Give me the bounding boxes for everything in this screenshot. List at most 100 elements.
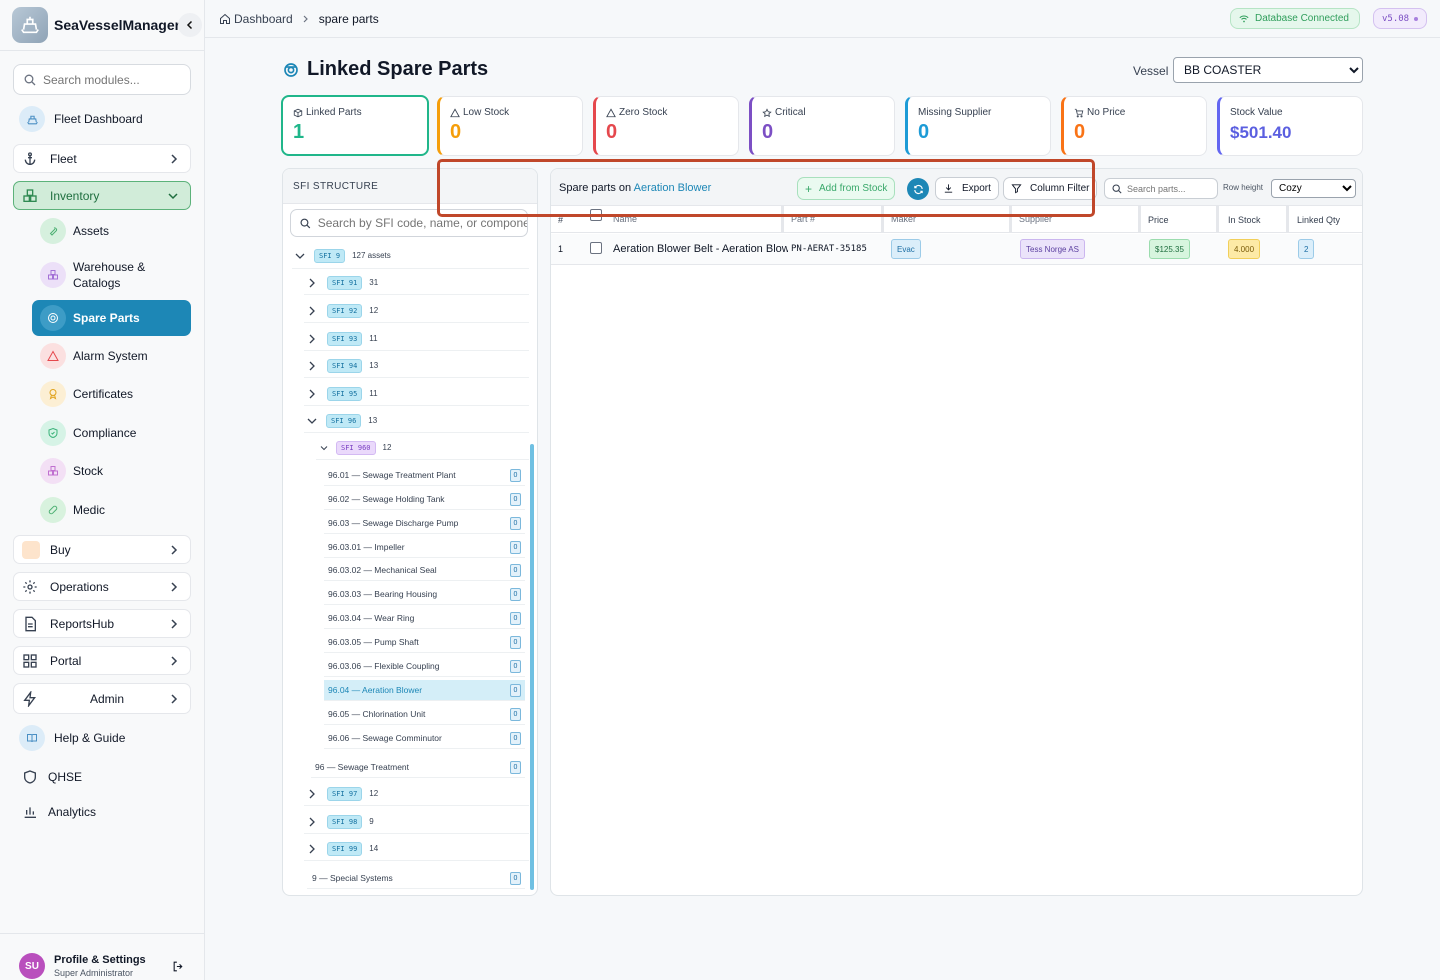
sidebar-item-compliance[interactable]: Compliance [40,420,191,446]
parts-search[interactable] [1104,178,1218,199]
sidebar-item-analytics[interactable]: Analytics [22,802,191,822]
tree-leaf-96-06[interactable]: 96.06 — Sewage Comminutor 0 [324,728,525,749]
tree-leaf-96-03-02[interactable]: 96.03.02 — Mechanical Seal 0 [324,560,525,581]
sidebar-item-spare-parts[interactable]: Spare Parts [32,300,191,336]
tree-leaf-96-01[interactable]: 96.01 — Sewage Treatment Plant 0 [324,465,525,486]
sidebar-item-label: Alarm System [73,349,148,363]
chevron-right-icon [171,544,178,555]
tree-node-sfi-97[interactable]: SFI 97 12 [304,782,529,806]
profile-section[interactable]: SU Profile & Settings Super Administrato… [0,933,205,980]
stat-card-missing-supplier[interactable]: Missing Supplier 0 [905,96,1051,156]
tree-leaf-96-02[interactable]: 96.02 — Sewage Holding Tank 0 [324,489,525,510]
sfi-tag: SFI 97 [327,786,363,801]
row-height-select[interactable]: Cozy [1271,179,1356,198]
tree-node-sfi-99[interactable]: SFI 99 14 [304,837,529,861]
tree-leaf-9[interactable]: 9 — Special Systems 0 [307,868,525,889]
sfi-count: 9 [369,817,374,826]
sidebar-item-label: Operations [50,579,109,594]
logout-icon[interactable] [172,960,185,973]
tree-leaf-96-03[interactable]: 96.03 — Sewage Discharge Pump 0 [324,513,525,534]
tree-node-sfi-98[interactable]: SFI 98 9 [304,810,529,834]
stat-card-zero-stock[interactable]: Zero Stock 0 [593,96,739,156]
table-row[interactable]: 1 Aeration Blower Belt - Aeration Blower… [551,234,1362,265]
sidebar-item-buy[interactable]: Buy [13,535,191,564]
tree-node-sfi-960[interactable]: SFI 960 12 [316,436,529,460]
sidebar-item-certificates[interactable]: Certificates [40,381,191,407]
column-resizer[interactable] [1216,206,1219,233]
sidebar-item-stock[interactable]: Stock [40,458,191,484]
tree-node-sfi-95[interactable]: SFI 95 11 [304,382,529,406]
tree-node-sfi-92[interactable]: SFI 92 12 [304,299,529,323]
sidebar-item-assets[interactable]: Assets [40,218,191,244]
tree-scrollbar[interactable] [530,444,534,890]
sidebar-item-medic[interactable]: Medic [40,497,191,523]
search-icon [24,74,36,85]
sidebar-item-label: Spare Parts [73,311,140,325]
row-checkbox[interactable] [590,242,602,254]
column-resizer[interactable] [1286,206,1289,233]
tree-leaf-96-03-04[interactable]: 96.03.04 — Wear Ring 0 [324,608,525,629]
in-stock-badge: 4.000 [1228,239,1261,259]
column-header-linked-qty[interactable]: Linked Qty [1297,215,1340,225]
sidebar-item-portal[interactable]: Portal [13,646,191,675]
tree-leaf-96-05[interactable]: 96.05 — Chlorination Unit 0 [324,704,525,725]
leaf-label: 96.03.05 — Pump Shaft [328,637,419,647]
sidebar-item-label: Medic [73,503,106,517]
tree-leaf-96-03-03[interactable]: 96.03.03 — Bearing Housing 0 [324,584,525,605]
parts-search-input[interactable] [1127,183,1212,194]
sfi-count: 31 [369,278,379,287]
stat-card-critical[interactable]: Critical 0 [749,96,895,156]
stat-value: $501.40 [1230,123,1292,142]
column-header-in-stock[interactable]: In Stock [1228,215,1261,225]
tree-leaf-96-04-selected[interactable]: 96.04 — Aeration Blower 0 [324,680,525,701]
brand[interactable]: SeaVesselManager [12,7,202,43]
version-badge: v5.08 [1373,8,1428,29]
leaf-label: 96 — Sewage Treatment [315,762,410,772]
leaf-label: 96.03.03 — Bearing Housing [328,589,438,599]
tree-leaf-96-03-05[interactable]: 96.03.05 — Pump Shaft 0 [324,632,525,653]
tree-leaf-96[interactable]: 96 — Sewage Treatment 0 [311,757,525,778]
sidebar-item-label: Inventory [50,188,100,203]
sidebar-item-reportshub[interactable]: ReportsHub [13,609,191,638]
module-search-input[interactable] [43,72,183,87]
sfi-count: 127 assets [352,251,391,260]
cart-icon [22,540,40,559]
chevron-right-icon [309,278,315,287]
tree-leaf-96-03-06[interactable]: 96.03.06 — Flexible Coupling 0 [324,656,525,677]
stat-card-low-stock[interactable]: Low Stock 0 [437,96,583,156]
tree-node-root[interactable]: SFI 9 127 assets [292,243,529,269]
sfi-search-input[interactable] [317,216,527,230]
tree-node-sfi-91[interactable]: SFI 91 31 [304,271,529,295]
stat-card-stock-value[interactable]: Stock Value $501.40 [1217,96,1363,156]
sidebar-item-help-guide[interactable]: Help & Guide [19,725,191,751]
sidebar-item-label: Certificates [73,387,134,401]
tree-node-sfi-96[interactable]: SFI 96 13 [304,409,529,433]
sidebar-item-alarm-system[interactable]: Alarm System [40,343,191,369]
stat-card-no-price[interactable]: No Price 0 [1061,96,1207,156]
tree-node-sfi-94[interactable]: SFI 94 13 [304,354,529,378]
vessel-select[interactable]: BB COASTER [1173,57,1363,83]
column-resizer[interactable] [1138,206,1141,233]
sidebar-item-warehouse-catalogs[interactable]: Warehouse & Catalogs [40,258,191,292]
breadcrumb-dashboard[interactable]: Dashboard [234,12,293,26]
stat-card-linked-parts[interactable]: Linked Parts 1 [281,95,429,156]
highlight-box [437,159,1095,217]
sidebar-item-fleet-dashboard[interactable]: Fleet Dashboard [19,106,191,132]
sidebar-item-qhse[interactable]: QHSE [22,767,191,787]
boxes-icon [23,188,37,202]
sidebar-item-operations[interactable]: Operations [13,572,191,601]
sidebar-item-label: Fleet [50,151,77,166]
module-search[interactable] [13,64,191,95]
profile-name: Profile & Settings [54,954,146,966]
sidebar-item-fleet[interactable]: Fleet [13,144,191,173]
ship-logo-icon [12,7,48,43]
leaf-label: 9 — Special Systems [312,873,393,883]
bolt-icon [23,690,36,707]
sidebar-item-inventory[interactable]: Inventory [13,181,191,210]
tree-leaf-96-03-01[interactable]: 96.03.01 — Impeller 0 [324,537,525,558]
column-header-price[interactable]: Price [1148,215,1169,225]
sidebar-item-admin[interactable]: Admin [13,683,191,714]
collapse-sidebar-button[interactable] [178,13,202,37]
tree-node-sfi-93[interactable]: SFI 93 11 [304,327,529,351]
leaf-label: 96.03.06 — Flexible Coupling [328,661,440,671]
